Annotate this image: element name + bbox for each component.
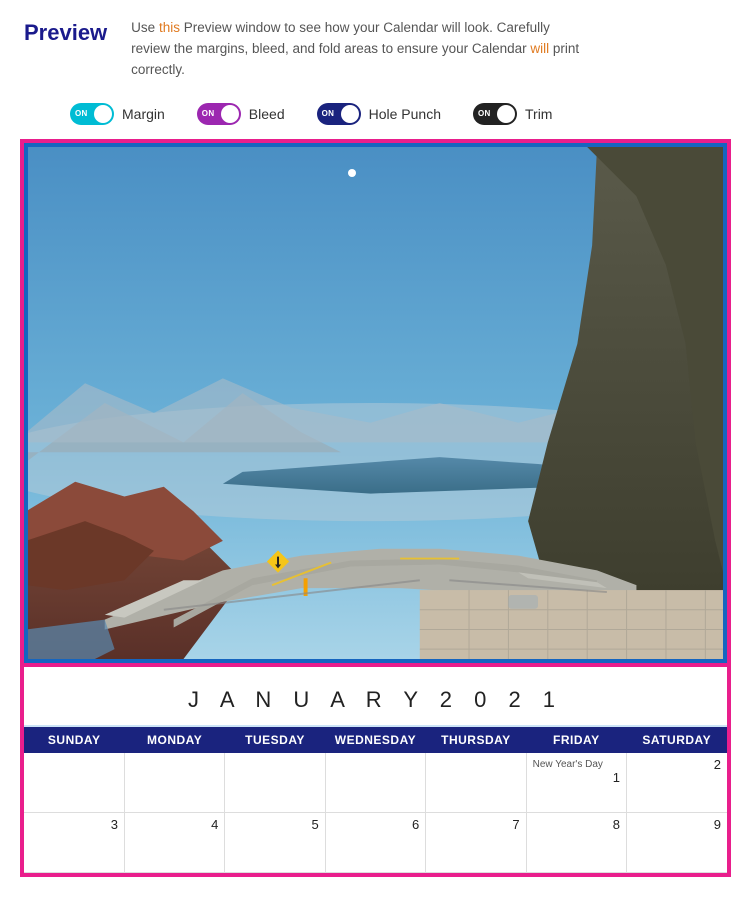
toggle-trim-label: ON <box>478 109 491 118</box>
toggle-bleed-item: ON Bleed <box>197 103 285 125</box>
col-sunday: SUNDAY <box>24 727 124 753</box>
trim-label: Trim <box>525 106 552 122</box>
col-tuesday: TUESDAY <box>225 727 325 753</box>
day-cell-9: 9 <box>627 813 727 873</box>
margin-label: Margin <box>122 106 165 122</box>
toggles-row: ON Margin ON Bleed ON Hole Punch ON Trim <box>0 93 751 139</box>
calendar-header-row: SUNDAY MONDAY TUESDAY WEDNESDAY THURSDAY… <box>24 727 727 753</box>
toggle-trim[interactable]: ON <box>473 103 517 125</box>
day-cell-4: 4 <box>124 813 224 873</box>
preview-area: J A N U A R Y 2 0 2 1 SUNDAY MONDAY TUES… <box>20 139 731 878</box>
col-monday: MONDAY <box>124 727 224 753</box>
day-cell-8: 8 <box>526 813 626 873</box>
table-row: 3 4 5 6 7 8 9 <box>24 813 727 873</box>
bleed-label: Bleed <box>249 106 285 122</box>
day-cell-5: 5 <box>225 813 325 873</box>
col-thursday: THURSDAY <box>426 727 526 753</box>
day-cell <box>225 753 325 813</box>
toggle-margin-item: ON Margin <box>70 103 165 125</box>
header-description: Use this Preview window to see how your … <box>131 18 591 81</box>
toggle-trim-knob <box>497 105 515 123</box>
day-cell-6: 6 <box>325 813 425 873</box>
table-row: New Year's Day 1 2 <box>24 753 727 813</box>
toggle-margin[interactable]: ON <box>70 103 114 125</box>
hole-punch-dot <box>348 169 356 177</box>
event-new-years: New Year's Day <box>533 759 620 770</box>
toggle-bleed[interactable]: ON <box>197 103 241 125</box>
day-cell-1: New Year's Day 1 <box>526 753 626 813</box>
col-friday: FRIDAY <box>526 727 626 753</box>
link-this: this <box>159 20 180 35</box>
day-cell <box>426 753 526 813</box>
photo-section <box>24 143 727 663</box>
toggle-margin-label: ON <box>75 109 88 118</box>
link-will: will <box>530 41 549 56</box>
toggle-margin-knob <box>94 105 112 123</box>
header-section: Preview Use this Preview window to see h… <box>0 0 751 93</box>
landscape-image <box>28 147 723 659</box>
toggle-holepunch-label: ON <box>322 109 335 118</box>
day-cell-7: 7 <box>426 813 526 873</box>
holepunch-label: Hole Punch <box>369 106 441 122</box>
toggle-holepunch-item: ON Hole Punch <box>317 103 441 125</box>
calendar-section: J A N U A R Y 2 0 2 1 SUNDAY MONDAY TUES… <box>24 663 727 874</box>
page-title: Preview <box>24 20 107 46</box>
toggle-holepunch[interactable]: ON <box>317 103 361 125</box>
day-cell <box>124 753 224 813</box>
day-cell-3: 3 <box>24 813 124 873</box>
month-title: J A N U A R Y 2 0 2 1 <box>24 667 727 727</box>
toggle-trim-item: ON Trim <box>473 103 552 125</box>
toggle-bleed-knob <box>221 105 239 123</box>
toggle-holepunch-knob <box>341 105 359 123</box>
day-cell-2: 2 <box>627 753 727 813</box>
toggle-bleed-label: ON <box>202 109 215 118</box>
day-cell <box>325 753 425 813</box>
calendar-table: SUNDAY MONDAY TUESDAY WEDNESDAY THURSDAY… <box>24 727 727 874</box>
day-cell <box>24 753 124 813</box>
col-saturday: SATURDAY <box>627 727 727 753</box>
col-wednesday: WEDNESDAY <box>325 727 425 753</box>
photo-inner <box>28 147 723 659</box>
